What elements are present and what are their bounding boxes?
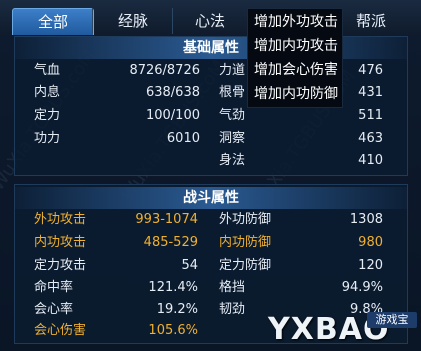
stat-row: 会心伤害 105.6%	[34, 321, 198, 341]
stat-label: 会心率	[34, 302, 74, 317]
stat-label: 定力	[34, 108, 61, 123]
stat-value: 485-529	[143, 235, 198, 250]
stat-row: 命中率 121.4%	[34, 278, 198, 298]
stat-label: 内功防御	[219, 235, 272, 250]
stat-row: 内息 638/638	[34, 83, 200, 103]
stat-label: 内息	[34, 85, 61, 100]
stat-value: 120	[358, 258, 383, 273]
stat-value: 638/638	[145, 85, 200, 100]
menu-item-outer-attack[interactable]: 增加外功攻击	[254, 10, 338, 34]
stat-label: 洞察	[219, 131, 246, 146]
tab-bar: 全部 经脉 心法 帮派	[0, 0, 421, 36]
basic-attributes-title: 基础属性	[15, 37, 407, 59]
stat-label: 身法	[219, 153, 246, 168]
stat-row: 功力 6010	[34, 129, 200, 149]
stat-label: 力道	[219, 63, 246, 78]
stat-label: 定力防御	[219, 258, 272, 273]
stat-row: 定力 100/100	[34, 106, 200, 126]
stat-label: 定力攻击	[34, 258, 87, 273]
stat-value: 19.2%	[156, 302, 198, 317]
stat-label: 命中率	[34, 280, 74, 295]
stat-value: 463	[358, 131, 383, 146]
menu-item-inner-attack[interactable]: 增加内功攻击	[254, 34, 338, 58]
stat-value: 6010	[166, 131, 200, 146]
tab-mental-method[interactable]: 心法	[172, 8, 247, 34]
tab-meridian[interactable]: 经脉	[92, 8, 173, 34]
stat-value: 8726/8726	[129, 63, 200, 78]
stat-label: 功力	[34, 131, 61, 146]
logo-badge: 游戏宝	[367, 312, 417, 328]
menu-item-crit-damage[interactable]: 增加会心伤害	[254, 58, 338, 82]
stat-value: 511	[358, 108, 383, 123]
stat-row: 定力攻击 54	[34, 256, 198, 276]
stat-value: 94.9%	[341, 280, 383, 295]
stat-row: 洞察 463	[219, 129, 383, 149]
tab-all[interactable]: 全部	[12, 8, 94, 35]
stat-row: 内功攻击 485-529	[34, 233, 198, 253]
stat-value: 431	[358, 85, 383, 100]
stat-row: 外功攻击 993-1074	[34, 210, 198, 230]
stat-label: 外功攻击	[34, 212, 87, 227]
stat-row: 会心率 19.2%	[34, 300, 198, 320]
stat-label: 格挡	[219, 280, 246, 295]
stat-value: 993-1074	[135, 212, 198, 227]
stat-label: 会心伤害	[34, 323, 87, 338]
stat-row: 格挡 94.9%	[219, 278, 383, 298]
character-attributes-panel: WuXia.TGBUS.coM WuXia.TGBUS.coM WuXia.TG…	[0, 0, 421, 351]
stat-row: 内功防御 980	[219, 233, 383, 253]
stat-label: 气血	[34, 63, 61, 78]
stat-row: 气劲 511	[219, 106, 383, 126]
stat-value: 980	[358, 235, 383, 250]
stat-value: 476	[358, 63, 383, 78]
stat-label: 外功防御	[219, 212, 272, 227]
stat-value: 105.6%	[148, 323, 198, 338]
stat-row: 身法 410	[219, 151, 383, 171]
menu-item-inner-defense[interactable]: 增加内功防御	[254, 82, 338, 106]
stat-label: 根骨	[219, 85, 246, 100]
stat-value: 410	[358, 153, 383, 168]
stat-value: 100/100	[145, 108, 200, 123]
stat-value: 54	[181, 258, 198, 273]
stat-row: 外功防御 1308	[219, 210, 383, 230]
stat-label: 内功攻击	[34, 235, 87, 250]
stat-value: 1308	[349, 212, 383, 227]
stat-label: 韧劲	[219, 302, 246, 317]
site-logo: YXBAO 游戏宝	[268, 310, 421, 351]
stat-value: 121.4%	[148, 280, 198, 295]
stat-row: 气血 8726/8726	[34, 61, 200, 81]
stat-label: 气劲	[219, 108, 246, 123]
combat-attributes-title: 战斗属性	[15, 187, 407, 209]
bonus-dropdown-menu: 增加外功攻击 增加内功攻击 增加会心伤害 增加内功防御	[247, 8, 343, 108]
stat-row: 定力防御 120	[219, 256, 383, 276]
